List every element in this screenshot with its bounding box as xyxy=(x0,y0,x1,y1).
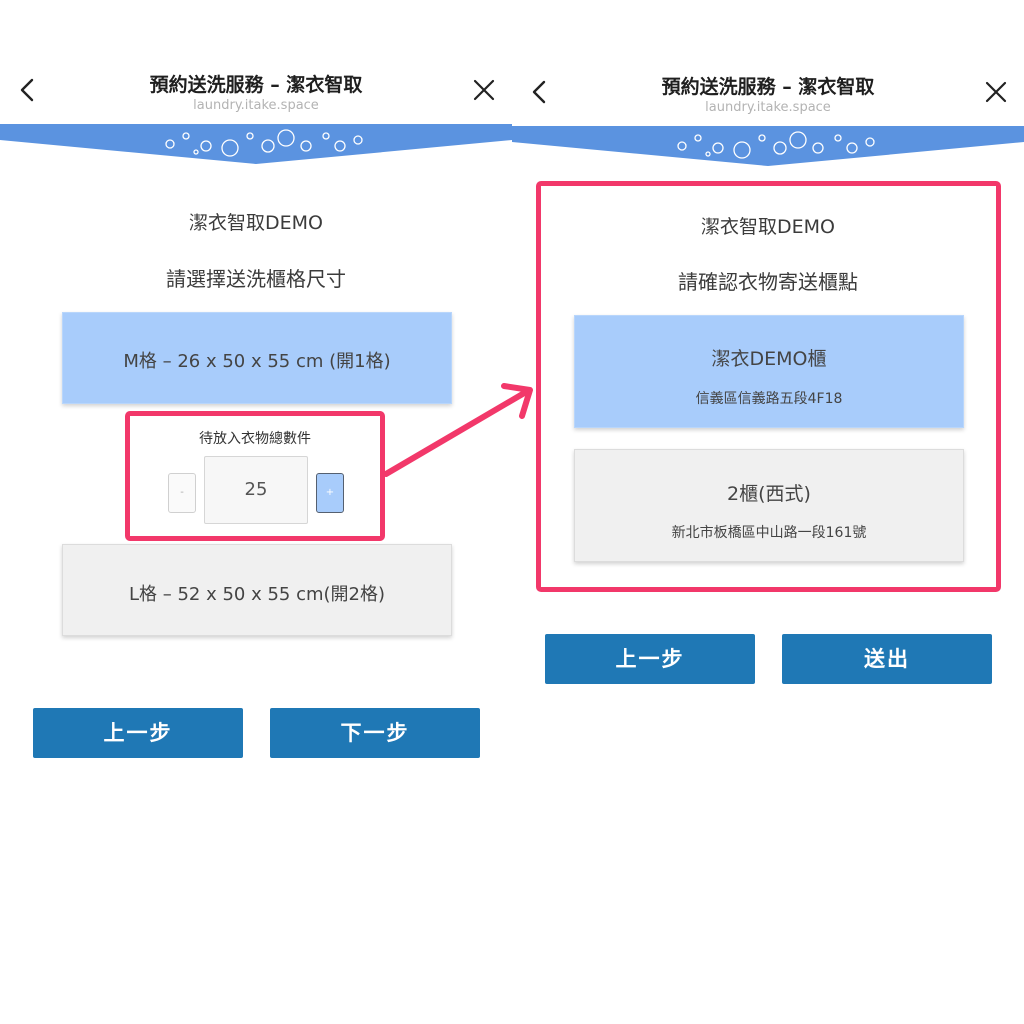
highlight-box-quantity xyxy=(125,411,385,541)
location-name: 2櫃(西式) xyxy=(727,483,811,505)
store-name: 潔衣智取DEMO xyxy=(189,212,323,234)
right-screen: 預約送洗服務 – 潔衣智取 laundry.itake.space 潔衣智取DE… xyxy=(512,0,1024,1024)
prev-step-button[interactable]: 上一步 xyxy=(33,708,243,758)
prev-step-button[interactable]: 上一步 xyxy=(545,634,755,684)
location-option-2[interactable]: 2櫃(西式) 新北市板橋區中山路一段161號 xyxy=(574,449,964,562)
size-prompt: 請選擇送洗櫃格尺寸 xyxy=(166,267,346,291)
location-option-1[interactable]: 潔衣DEMO櫃 信義區信義路五段4F18 xyxy=(574,315,964,428)
location-name: 潔衣DEMO櫃 xyxy=(711,348,827,370)
store-name: 潔衣智取DEMO xyxy=(701,216,835,238)
header: 預約送洗服務 – 潔衣智取 laundry.itake.space xyxy=(512,62,1024,124)
close-icon[interactable] xyxy=(982,78,1010,106)
bubbles-banner xyxy=(512,126,1024,166)
left-screen: 預約送洗服務 – 潔衣智取 laundry.itake.space 潔衣智取DE… xyxy=(0,0,512,1024)
size-option-l[interactable]: L格 – 52 x 50 x 55 cm(開2格) xyxy=(62,544,452,636)
size-option-label: L格 – 52 x 50 x 55 cm(開2格) xyxy=(128,584,386,605)
next-step-button[interactable]: 下一步 xyxy=(270,708,480,758)
location-address: 新北市板橋區中山路一段161號 xyxy=(671,525,867,541)
arrow-annotation xyxy=(383,383,533,477)
location-prompt: 請確認衣物寄送櫃點 xyxy=(678,270,858,294)
size-option-label: M格 – 26 x 50 x 55 cm (開1格) xyxy=(123,351,391,372)
header: 預約送洗服務 – 潔衣智取 laundry.itake.space xyxy=(0,60,512,122)
page-url: laundry.itake.space xyxy=(193,98,319,113)
location-address: 信義區信義路五段4F18 xyxy=(695,391,843,407)
page-title: 預約送洗服務 – 潔衣智取 xyxy=(149,74,363,96)
submit-button[interactable]: 送出 xyxy=(782,634,992,684)
bubbles-banner xyxy=(0,124,512,164)
close-icon[interactable] xyxy=(470,76,498,104)
page-title: 預約送洗服務 – 潔衣智取 xyxy=(661,76,875,98)
page-url: laundry.itake.space xyxy=(705,100,831,115)
